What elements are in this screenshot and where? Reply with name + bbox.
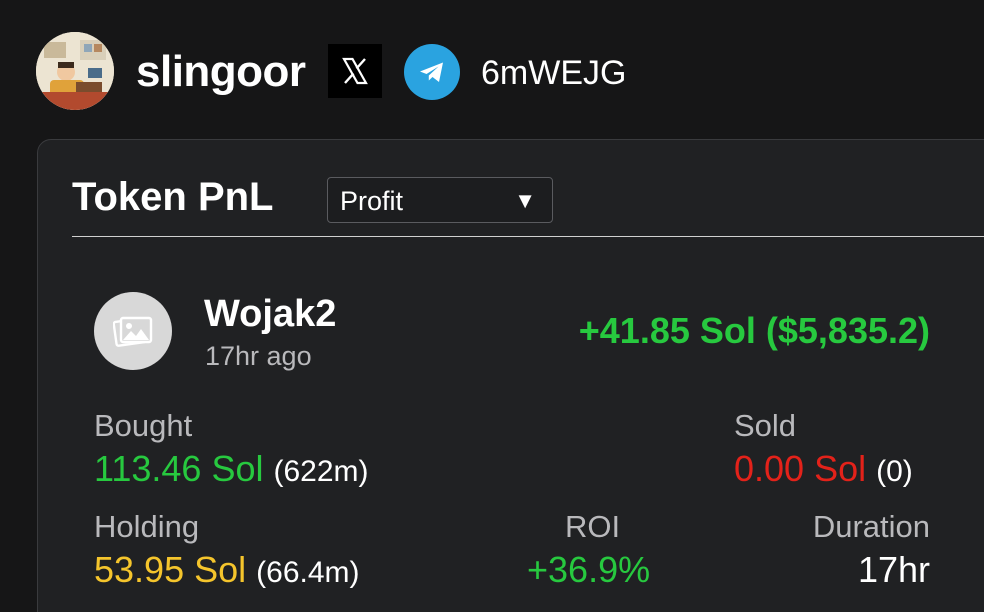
- pnl-total: +41.85 Sol ($5,835.2): [578, 310, 930, 351]
- telegram-handle[interactable]: 6mWEJG: [481, 52, 626, 94]
- x-logo-glyph: [342, 57, 368, 85]
- divider: [72, 236, 984, 237]
- sold-stat: 0.00 Sol (0): [734, 448, 913, 493]
- sold-count: (0): [876, 455, 913, 488]
- username: slingoor: [136, 47, 306, 96]
- duration-label: Duration: [812, 509, 930, 544]
- card-title: Token PnL: [72, 175, 274, 219]
- duration-value: 17hr: [857, 549, 930, 590]
- page: slingoor 6mWEJG Token PnL Profit ▼ Wojak…: [0, 0, 984, 612]
- pnl-filter-value: Profit: [340, 186, 404, 216]
- x-logo-icon[interactable]: [328, 44, 382, 98]
- holding-count: (66.4m): [256, 556, 360, 589]
- bought-stat: 113.46 Sol (622m): [94, 448, 369, 493]
- pnl-filter-select[interactable]: Profit ▼: [327, 177, 553, 223]
- roi-label: ROI: [565, 509, 621, 544]
- token-pnl-card: Token PnL Profit ▼ Wojak2 17hr ago +41.8…: [37, 139, 984, 612]
- token-name[interactable]: Wojak2: [204, 292, 336, 336]
- bought-label: Bought: [94, 408, 193, 443]
- token-image-placeholder-icon: [94, 292, 172, 370]
- holding-label: Holding: [94, 509, 200, 544]
- chevron-down-icon: ▼: [514, 188, 536, 213]
- avatar[interactable]: [36, 32, 114, 110]
- profile-header: slingoor 6mWEJG: [0, 0, 984, 140]
- bought-count: (622m): [273, 455, 369, 488]
- telegram-icon[interactable]: [404, 44, 460, 100]
- image-icon: [113, 316, 153, 347]
- sold-label: Sold: [734, 408, 797, 443]
- token-time-ago: 17hr ago: [205, 341, 312, 371]
- telegram-plane-glyph: [420, 62, 443, 82]
- holding-stat: 53.95 Sol (66.4m): [94, 549, 360, 594]
- roi-value: +36.9%: [527, 549, 651, 590]
- bought-value: 113.46 Sol: [94, 448, 264, 489]
- avatar-illustration: [36, 32, 114, 110]
- sold-value: 0.00 Sol: [734, 448, 867, 489]
- holding-value: 53.95 Sol: [94, 549, 247, 590]
